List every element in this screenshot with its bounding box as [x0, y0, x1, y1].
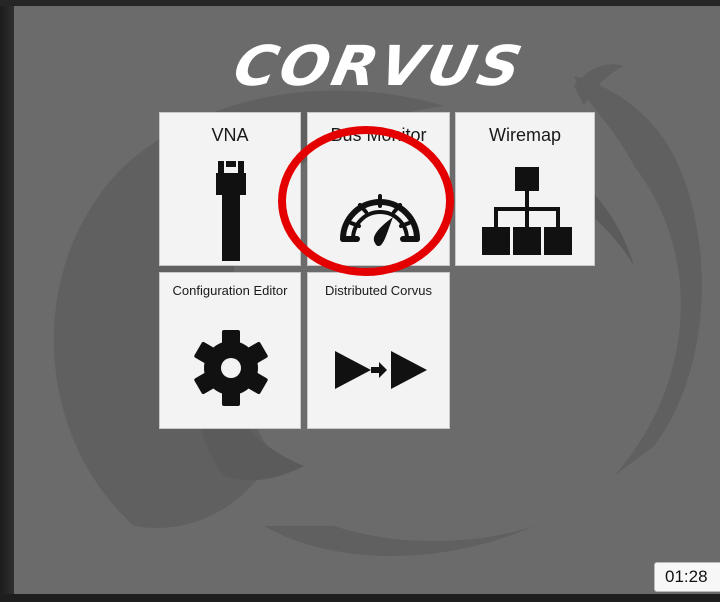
tile-label-bus-monitor: Bus Monitor: [330, 125, 427, 145]
tile-configuration-editor[interactable]: Configuration Editor: [159, 272, 301, 429]
tile-bus-monitor[interactable]: Bus Monitor: [307, 112, 450, 266]
tile-label-distributed-corvus: Distributed Corvus: [325, 283, 432, 298]
tile-vna[interactable]: VNA: [159, 112, 301, 266]
network-tree-icon: [482, 167, 572, 255]
corvus-logo: CORVUS: [209, 32, 549, 100]
tile-label-vna: VNA: [211, 125, 249, 145]
speedometer-icon: [340, 194, 420, 247]
tile-distributed-corvus[interactable]: Distributed Corvus: [307, 272, 450, 429]
tile-wiremap[interactable]: Wiremap: [455, 112, 595, 266]
logo-text: CORVUS: [227, 33, 531, 99]
device-bezel-left: [0, 0, 14, 602]
double-arrow-icon: [335, 351, 427, 389]
tile-label-configuration-editor: Configuration Editor: [172, 283, 288, 298]
tile-label-wiremap: Wiremap: [488, 125, 561, 145]
home-screen: CORVUS VNA Bus Monitor Wiremap Configura…: [14, 6, 720, 594]
device-bezel-bottom: [0, 594, 720, 602]
gear-icon: [194, 330, 268, 406]
clock-display: 01:28: [654, 562, 720, 592]
ethernet-plug-icon: [216, 161, 246, 261]
